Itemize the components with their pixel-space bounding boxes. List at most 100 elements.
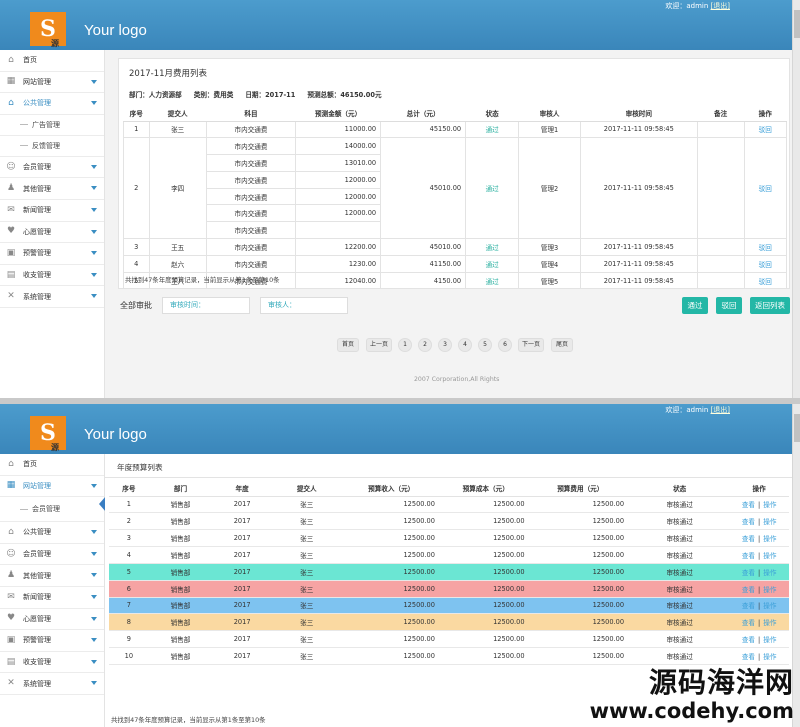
sidebar-item[interactable]: ⌂ 首页	[0, 454, 104, 476]
table-row[interactable]: 2 销售部 2017 张三 12500.00 12500.00 12500.00 审核通过 查看…	[109, 512, 789, 531]
column-header: 状态	[630, 480, 730, 497]
sidebar-subitem[interactable]: 会员管理	[0, 497, 104, 523]
operate-link[interactable]: 操作	[763, 586, 776, 594]
cell-amount: 12000.00	[295, 204, 382, 223]
reject-link[interactable]: 驳回	[759, 185, 772, 193]
view-link[interactable]: 查看	[742, 535, 755, 543]
sidebar-subitem[interactable]: 广告管理	[0, 115, 104, 136]
meta-item: 类别：费用类	[193, 91, 234, 99]
cell-fee: 12500.00	[530, 496, 631, 514]
cell-cost: 12500.00	[440, 512, 531, 531]
sidebar-item[interactable]: ♟ 其他管理	[0, 178, 104, 200]
reject-link[interactable]: 驳回	[759, 261, 772, 269]
operate-link[interactable]: 操作	[763, 535, 776, 543]
sidebar-item[interactable]: ♥ 心愿管理	[0, 222, 104, 244]
reject-link[interactable]: 驳回	[759, 244, 772, 252]
sidebar-item[interactable]: ▣ 预警管理	[0, 243, 104, 265]
operate-link[interactable]: 操作	[763, 602, 776, 610]
sidebar-item[interactable]: ♟ 其他管理	[0, 565, 104, 587]
sidebar-item[interactable]: ✕ 系统管理	[0, 286, 104, 308]
cell-dept: 销售部	[148, 580, 213, 598]
table-row[interactable]: 9 销售部 2017 张三 12500.00 12500.00 12500.00 审核通过 查看…	[109, 630, 789, 649]
sidebar-item[interactable]: ⌂ 公共管理	[0, 522, 104, 544]
back-to-list-button[interactable]: 返回列表	[750, 297, 790, 314]
review-time-input[interactable]: 审核时间：	[162, 297, 250, 314]
table-row[interactable]: 5 销售部 2017 张三 12500.00 12500.00 12500.00 审核通过 查看…	[109, 563, 789, 581]
sidebar-item[interactable]: ▤ 收支管理	[0, 652, 104, 674]
table-row[interactable]: 4 销售部 2017 张三 12500.00 12500.00 12500.00 审核通过 查看…	[109, 546, 789, 564]
operate-link[interactable]: 操作	[763, 653, 776, 661]
view-link[interactable]: 查看	[742, 552, 755, 560]
operate-link[interactable]: 操作	[763, 501, 776, 509]
operate-link[interactable]: 操作	[763, 569, 776, 577]
pass-button[interactable]: 通过	[682, 297, 708, 314]
sidebar-item[interactable]: ▣ 预警管理	[0, 630, 104, 652]
sidebar-item[interactable]: ⌂ 公共管理	[0, 93, 104, 115]
logout-link[interactable]: [退出]	[711, 406, 730, 414]
operate-link[interactable]: 操作	[763, 552, 776, 560]
scrollbar-thumb[interactable]	[794, 414, 800, 442]
view-link[interactable]: 查看	[742, 586, 755, 594]
table-row[interactable]: 7 销售部 2017 张三 12500.00 12500.00 12500.00 审核通过 查看…	[109, 597, 789, 615]
table-row[interactable]: 8 销售部 2017 张三 12500.00 12500.00 12500.00 审核通过 查看…	[109, 613, 789, 632]
page-last[interactable]: 尾页	[551, 338, 573, 352]
page-1[interactable]: 1	[398, 338, 412, 352]
logout-link[interactable]: [退出]	[711, 2, 730, 10]
page-next[interactable]: 下一页	[518, 338, 544, 352]
cell-actions: 查看 | 操作	[729, 546, 789, 564]
view-link[interactable]: 查看	[742, 636, 755, 644]
chevron-down-icon	[91, 638, 97, 643]
reviewer-input[interactable]: 审核人：	[260, 297, 348, 314]
cell-dept: 销售部	[148, 613, 213, 632]
sidebar-subitem-label: 会员管理	[32, 505, 60, 514]
view-link[interactable]: 查看	[742, 619, 755, 627]
reject-button[interactable]: 驳回	[716, 297, 742, 314]
operate-link[interactable]: 操作	[763, 636, 776, 644]
scrollbar-thumb[interactable]	[794, 10, 800, 38]
sidebar-item[interactable]: ▦ 网站管理	[0, 476, 104, 498]
operate-link[interactable]: 操作	[763, 619, 776, 627]
welcome-text: 欢迎：admin [退出]	[665, 2, 730, 10]
page-2[interactable]: 2	[418, 338, 432, 352]
page-5[interactable]: 5	[478, 338, 492, 352]
table-row[interactable]: 6 销售部 2017 张三 12500.00 12500.00 12500.00 审核通过 查看…	[109, 580, 789, 598]
cell-note	[696, 238, 745, 256]
table-row[interactable]: 10 销售部 2017 张三 12500.00 12500.00 12500.00 审核通过查…	[109, 647, 789, 665]
sidebar-item[interactable]: ✉ 新闻管理	[0, 587, 104, 609]
sidebar-item[interactable]: ⌂ 首页	[0, 50, 104, 72]
sidebar-item[interactable]: ☺ 会员管理	[0, 157, 104, 179]
page-prev[interactable]: 上一页	[366, 338, 392, 352]
view-link[interactable]: 查看	[742, 518, 755, 526]
cell-fee: 12500.00	[530, 512, 631, 531]
page-4[interactable]: 4	[458, 338, 472, 352]
column-header: 备注	[697, 105, 744, 122]
sidebar-item[interactable]: ☺ 会员管理	[0, 544, 104, 566]
view-link[interactable]: 查看	[742, 602, 755, 610]
cell-subject: 市内交通费	[205, 187, 297, 206]
reject-link[interactable]: 驳回	[759, 278, 772, 286]
cell-year: 2017	[212, 546, 272, 564]
sidebar-item[interactable]: ✉ 新闻管理	[0, 200, 104, 222]
view-link[interactable]: 查看	[742, 569, 755, 577]
sidebar-subitem[interactable]: 反馈管理	[0, 136, 104, 157]
table-row[interactable]: 3 销售部 2017 张三 12500.00 12500.00 12500.00 审核通过 查看…	[109, 529, 789, 548]
sidebar-item[interactable]: ▤ 收支管理	[0, 265, 104, 287]
reject-link[interactable]: 驳回	[759, 126, 772, 134]
sidebar-item[interactable]: ✕ 系统管理	[0, 673, 104, 695]
sidebar-item[interactable]: ▦ 网站管理	[0, 72, 104, 94]
view-link[interactable]: 查看	[742, 653, 755, 661]
table-row[interactable]: 1 销售部 2017 张三 12500.00 12500.00 12500.00 审核通过 查看…	[109, 496, 789, 514]
column-header: 年度	[212, 480, 272, 497]
page-first[interactable]: 首页	[337, 338, 359, 352]
chevron-down-icon	[91, 483, 97, 488]
cell-amount: 1230.00	[295, 254, 382, 273]
page-3[interactable]: 3	[438, 338, 452, 352]
operate-link[interactable]: 操作	[763, 518, 776, 526]
page-title: 年度预算列表	[117, 463, 163, 472]
cell-time: 2017-11-11 09:58:45	[579, 254, 698, 273]
sidebar-item[interactable]: ♥ 心愿管理	[0, 609, 104, 631]
column-header: 状态	[465, 105, 519, 122]
page-6[interactable]: 6	[498, 338, 512, 352]
cell-status: 审核通过	[630, 563, 730, 581]
view-link[interactable]: 查看	[742, 501, 755, 509]
